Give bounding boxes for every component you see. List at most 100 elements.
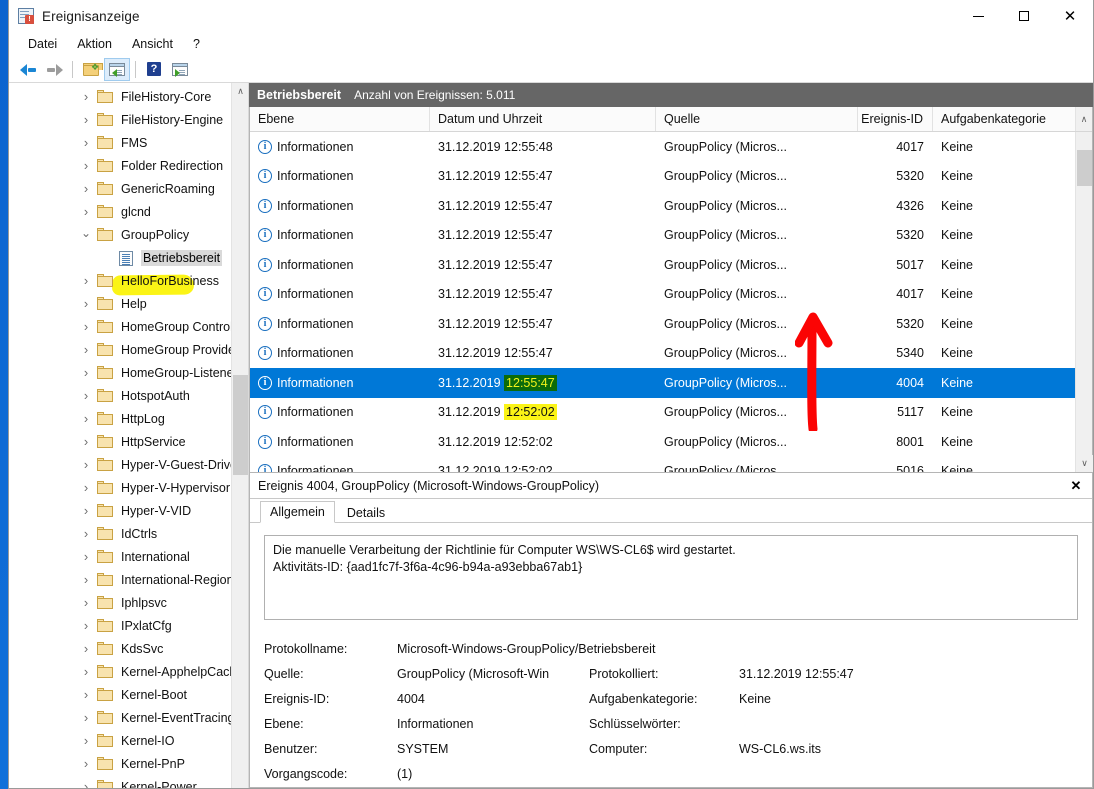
sidebar-item-httplog[interactable]: › HttpLog [9, 407, 231, 430]
sidebar-item-help[interactable]: › Help [9, 292, 231, 315]
sidebar-item-fms[interactable]: › FMS [9, 131, 231, 154]
list-scroll-up-icon[interactable]: ∧ [1075, 107, 1092, 131]
column-header-ebene[interactable]: Ebene [250, 107, 430, 131]
sidebar-item-glcnd[interactable]: › glcnd [9, 200, 231, 223]
sidebar-item-filehistory-engine[interactable]: › FileHistory-Engine [9, 108, 231, 131]
chevron-right-icon[interactable]: › [79, 457, 93, 472]
close-button[interactable]: ✕ [1047, 0, 1093, 32]
column-header-quelle[interactable]: Quelle [656, 107, 858, 131]
sidebar-item-international[interactable]: › International [9, 545, 231, 568]
chevron-down-icon[interactable]: ⌄ [79, 226, 93, 242]
chevron-right-icon[interactable]: › [79, 710, 93, 725]
sidebar-item-folder-redirection[interactable]: › Folder Redirection [9, 154, 231, 177]
forward-button[interactable] [41, 58, 67, 81]
sidebar-item-kernel-io[interactable]: › Kernel-IO [9, 729, 231, 752]
chevron-right-icon[interactable]: › [79, 595, 93, 610]
chevron-right-icon[interactable]: › [79, 411, 93, 426]
chevron-right-icon[interactable]: › [79, 342, 93, 357]
chevron-right-icon[interactable]: › [79, 89, 93, 104]
chevron-right-icon[interactable]: › [79, 181, 93, 196]
tree-scrollbar-thumb[interactable] [233, 375, 248, 475]
table-row[interactable]: i Informationen 31.12.2019 12:52:02 GroupPo… [250, 427, 1075, 457]
maximize-button[interactable] [1001, 0, 1047, 32]
chevron-right-icon[interactable]: › [79, 687, 93, 702]
table-row[interactable]: i Informationen 31.12.2019 12:55:47 GroupPo… [250, 309, 1075, 339]
chevron-right-icon[interactable]: › [79, 112, 93, 127]
chevron-right-icon[interactable]: › [79, 135, 93, 150]
sidebar-item-helloforbusiness[interactable]: › HelloForBusiness [9, 269, 231, 292]
tab-details[interactable]: Details [337, 502, 395, 523]
column-header-datum-uhrzeit[interactable]: Datum und Uhrzeit [430, 107, 656, 131]
menu-datei[interactable]: Datei [19, 35, 66, 53]
sidebar-item-homegroup-listeners[interactable]: › HomeGroup-ListenerS [9, 361, 231, 384]
sidebar-item-hyper-v-vid[interactable]: › Hyper-V-VID [9, 499, 231, 522]
menu-ansicht[interactable]: Ansicht [123, 35, 182, 53]
chevron-right-icon[interactable]: › [79, 434, 93, 449]
sidebar-item-homegroup-control-p[interactable]: › HomeGroup Control P [9, 315, 231, 338]
chevron-right-icon[interactable]: › [79, 756, 93, 771]
table-row[interactable]: i Informationen 31.12.2019 12:55:47 GroupPo… [250, 221, 1075, 251]
table-row[interactable]: i Informationen 31.12.2019 12:55:47 GroupPo… [250, 250, 1075, 280]
chevron-right-icon[interactable]: › [79, 158, 93, 173]
event-list-scrollbar[interactable]: ∨ [1075, 132, 1093, 472]
table-row[interactable]: i Informationen 31.12.2019 12:55:48 GroupPo… [250, 132, 1075, 162]
table-row[interactable]: i Informationen 31.12.2019 12:55:47 GroupPo… [250, 368, 1075, 398]
show-action-pane-button[interactable] [167, 58, 193, 81]
chevron-right-icon[interactable]: › [79, 779, 93, 788]
chevron-right-icon[interactable]: › [79, 365, 93, 380]
list-scroll-down-icon[interactable]: ∨ [1076, 455, 1093, 472]
sidebar-item-filehistory-core[interactable]: › FileHistory-Core [9, 85, 231, 108]
tab-allgemein[interactable]: Allgemein [260, 501, 335, 523]
sidebar-item-kernel-eventtracing[interactable]: › Kernel-EventTracing [9, 706, 231, 729]
event-list-scrollbar-thumb[interactable] [1077, 150, 1092, 186]
sidebar-item-iphlpsvc[interactable]: › Iphlpsvc [9, 591, 231, 614]
table-row[interactable]: i Informationen 31.12.2019 12:52:02 GroupPo… [250, 457, 1075, 472]
chevron-right-icon[interactable]: › [79, 641, 93, 656]
sidebar-item-hotspotauth[interactable]: › HotspotAuth [9, 384, 231, 407]
sidebar-item-genericroaming[interactable]: › GenericRoaming [9, 177, 231, 200]
table-row[interactable]: i Informationen 31.12.2019 12:55:47 GroupPo… [250, 191, 1075, 221]
tree-scroll-up-icon[interactable]: ∧ [232, 83, 248, 100]
minimize-button[interactable] [955, 0, 1001, 32]
sidebar-item-idctrls[interactable]: › IdCtrls [9, 522, 231, 545]
close-detail-pane-button[interactable]: ✕ [1067, 477, 1085, 495]
table-row[interactable]: i Informationen 31.12.2019 12:55:47 GroupPo… [250, 280, 1075, 310]
show-hide-console-tree-button[interactable] [104, 57, 130, 81]
chevron-right-icon[interactable]: › [79, 572, 93, 587]
help-button[interactable]: ? [141, 58, 167, 81]
table-row[interactable]: i Informationen 31.12.2019 12:55:47 GroupPo… [250, 162, 1075, 192]
chevron-right-icon[interactable]: › [79, 480, 93, 495]
menu-hilfe[interactable]: ? [184, 35, 209, 53]
sidebar-item-betriebsbereit[interactable]: Betriebsbereit [9, 246, 231, 269]
table-row[interactable]: i Informationen 31.12.2019 12:55:47 GroupPo… [250, 339, 1075, 369]
chevron-right-icon[interactable]: › [79, 526, 93, 541]
event-message-box[interactable]: Die manuelle Verarbeitung der Richtlinie… [264, 535, 1078, 620]
menu-aktion[interactable]: Aktion [68, 35, 121, 53]
chevron-right-icon[interactable]: › [79, 204, 93, 219]
chevron-right-icon[interactable]: › [79, 296, 93, 311]
sidebar-item-kdssvc[interactable]: › KdsSvc [9, 637, 231, 660]
sidebar-item-kernel-pnp[interactable]: › Kernel-PnP [9, 752, 231, 775]
sidebar-item-international-regional[interactable]: › International-Regional [9, 568, 231, 591]
chevron-right-icon[interactable]: › [79, 664, 93, 679]
sidebar-item-hyper-v-hypervisor[interactable]: › Hyper-V-Hypervisor [9, 476, 231, 499]
sidebar-item-httpservice[interactable]: › HttpService [9, 430, 231, 453]
chevron-right-icon[interactable]: › [79, 618, 93, 633]
sidebar-item-kernel-boot[interactable]: › Kernel-Boot [9, 683, 231, 706]
back-button[interactable] [15, 58, 41, 81]
sidebar-item-homegroup-provider-s[interactable]: › HomeGroup Provider S [9, 338, 231, 361]
chevron-right-icon[interactable]: › [79, 733, 93, 748]
chevron-right-icon[interactable]: › [79, 273, 93, 288]
chevron-right-icon[interactable]: › [79, 549, 93, 564]
column-header-aufgabenkategorie[interactable]: Aufgabenkategorie [933, 107, 1075, 131]
sidebar-item-kernel-power[interactable]: › Kernel-Power [9, 775, 231, 788]
chevron-right-icon[interactable]: › [79, 388, 93, 403]
up-folder-button[interactable]: ❖ [78, 58, 104, 81]
sidebar-item-ipxlatcfg[interactable]: › IPxlatCfg [9, 614, 231, 637]
chevron-right-icon[interactable]: › [79, 319, 93, 334]
table-row[interactable]: i Informationen 31.12.2019 12:52:02 GroupPo… [250, 398, 1075, 428]
sidebar-item-hyper-v-guest-drivers[interactable]: › Hyper-V-Guest-Drivers [9, 453, 231, 476]
column-header-ereignis-id[interactable]: Ereignis-ID [858, 107, 933, 131]
tree-scrollbar[interactable]: ∧ [231, 83, 248, 788]
sidebar-item-grouppolicy[interactable]: ⌄ GroupPolicy [9, 223, 231, 246]
